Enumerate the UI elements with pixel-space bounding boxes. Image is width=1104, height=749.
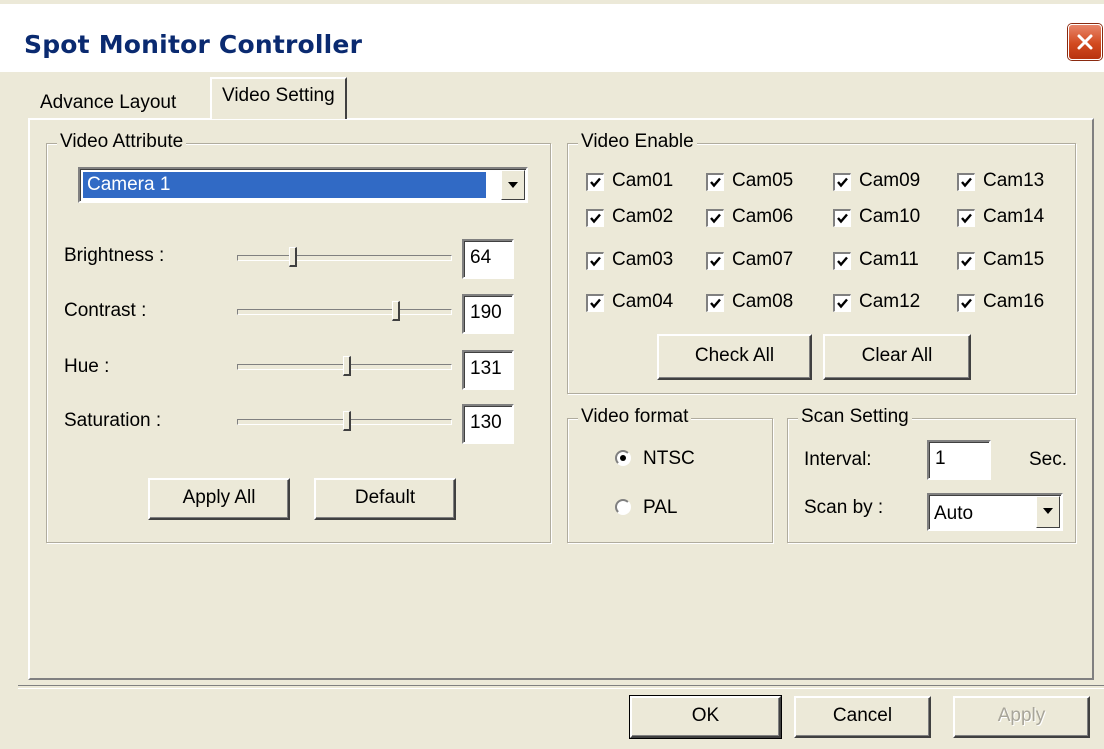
- cancel-button[interactable]: Cancel: [794, 696, 931, 738]
- saturation-label: Saturation :: [64, 410, 162, 431]
- ntsc-label: NTSC: [643, 448, 695, 469]
- checkbox-label: Cam05: [732, 170, 794, 191]
- title-bar: Spot Monitor Controller: [0, 4, 1104, 72]
- ok-button[interactable]: OK: [629, 695, 782, 739]
- default-button[interactable]: Default: [314, 478, 456, 520]
- checkbox-box[interactable]: [957, 294, 975, 312]
- checkbox-box[interactable]: [586, 252, 604, 270]
- video-enable-legend: Video Enable: [578, 131, 697, 153]
- hue-label: Hue :: [64, 356, 110, 377]
- scan-by-label: Scan by :: [804, 497, 884, 518]
- dialog-window: Spot Monitor Controller Advance Layout V…: [0, 0, 1104, 749]
- video-attribute-group: Video Attribute: [46, 131, 551, 543]
- brightness-slider[interactable]: [237, 246, 452, 270]
- hue-value-field[interactable]: 131: [462, 350, 514, 390]
- contrast-slider[interactable]: [237, 300, 452, 324]
- window-left-edge: [0, 72, 18, 749]
- tab-label: Video Setting: [222, 85, 335, 106]
- check-all-button[interactable]: Check All: [657, 334, 812, 380]
- checkbox-label: Cam14: [983, 206, 1045, 227]
- window-title: Spot Monitor Controller: [24, 30, 363, 59]
- radio-button[interactable]: [615, 450, 631, 466]
- slider-thumb[interactable]: [343, 356, 351, 376]
- checkbox-label: Cam15: [983, 249, 1045, 270]
- camera-select-value: Camera 1: [83, 172, 486, 198]
- contrast-value-field[interactable]: 190: [462, 294, 514, 334]
- video-attribute-legend: Video Attribute: [57, 131, 187, 153]
- brightness-value-field[interactable]: 64: [462, 239, 514, 279]
- hue-slider[interactable]: [237, 355, 452, 379]
- scan-setting-legend: Scan Setting: [798, 406, 912, 428]
- apply-all-button[interactable]: Apply All: [148, 478, 290, 520]
- checkbox-box[interactable]: [833, 252, 851, 270]
- scan-by-value: Auto: [934, 503, 974, 524]
- checkbox-label: Cam06: [732, 206, 794, 227]
- checkbox-label: Cam01: [612, 170, 674, 191]
- brightness-label: Brightness :: [64, 245, 165, 266]
- checkbox-label: Cam08: [732, 291, 794, 312]
- interval-label: Interval:: [804, 449, 872, 470]
- saturation-slider[interactable]: [237, 410, 452, 434]
- close-button[interactable]: [1068, 24, 1102, 60]
- checkbox-label: Cam16: [983, 291, 1045, 312]
- scan-by-select[interactable]: Auto: [927, 493, 1063, 531]
- scan-by-dropdown-button[interactable]: [1036, 496, 1060, 528]
- slider-thumb[interactable]: [289, 247, 297, 267]
- slider-thumb[interactable]: [392, 301, 400, 321]
- checkbox-box[interactable]: [706, 209, 724, 227]
- checkbox-box[interactable]: [586, 294, 604, 312]
- checkbox-label: Cam04: [612, 291, 674, 312]
- radio-button[interactable]: [615, 499, 631, 515]
- checkbox-label: Cam02: [612, 206, 674, 227]
- checkbox-box[interactable]: [957, 209, 975, 227]
- checkbox-label: Cam03: [612, 249, 674, 270]
- slider-track: [237, 309, 452, 315]
- checkbox-box[interactable]: [706, 294, 724, 312]
- checkbox-box[interactable]: [706, 173, 724, 191]
- checkbox-box[interactable]: [957, 252, 975, 270]
- interval-unit-label: Sec.: [1029, 449, 1068, 470]
- tab-advance-layout[interactable]: Advance Layout: [30, 86, 186, 122]
- slider-track: [237, 255, 452, 261]
- checkbox-box[interactable]: [586, 173, 604, 191]
- camera-select[interactable]: Camera 1: [78, 167, 528, 203]
- tab-label: Advance Layout: [40, 92, 177, 113]
- footer-separator: [18, 685, 1104, 689]
- checkbox-box[interactable]: [833, 294, 851, 312]
- checkbox-box[interactable]: [833, 173, 851, 191]
- checkbox-label: Cam09: [859, 170, 921, 191]
- checkbox-box[interactable]: [957, 173, 975, 191]
- checkbox-box[interactable]: [586, 209, 604, 227]
- slider-thumb[interactable]: [343, 411, 351, 431]
- checkbox-label: Cam13: [983, 170, 1045, 191]
- checkbox-label: Cam10: [859, 206, 921, 227]
- contrast-label: Contrast :: [64, 300, 147, 321]
- pal-label: PAL: [643, 497, 678, 518]
- apply-button[interactable]: Apply: [953, 696, 1090, 738]
- checkbox-label: Cam12: [859, 291, 921, 312]
- video-format-group: Video format: [567, 406, 773, 543]
- saturation-value-field[interactable]: 130: [462, 404, 514, 444]
- checkbox-label: Cam07: [732, 249, 794, 270]
- tab-video-setting[interactable]: Video Setting: [210, 77, 347, 119]
- camera-select-dropdown-button[interactable]: [501, 170, 525, 200]
- radio-selected-dot: [620, 455, 626, 461]
- video-format-legend: Video format: [578, 406, 692, 428]
- interval-input[interactable]: 1: [927, 440, 991, 480]
- checkbox-box[interactable]: [833, 209, 851, 227]
- clear-all-button[interactable]: Clear All: [823, 334, 971, 380]
- checkbox-label: Cam11: [859, 249, 919, 270]
- checkbox-box[interactable]: [706, 252, 724, 270]
